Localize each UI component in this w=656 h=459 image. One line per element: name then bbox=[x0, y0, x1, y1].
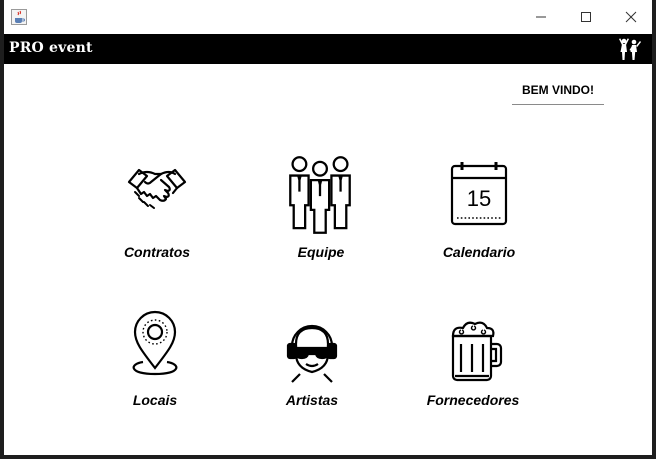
fornecedores-button[interactable]: Fornecedores bbox=[406, 318, 536, 438]
beer-mug-icon bbox=[451, 321, 503, 382]
maximize-button[interactable] bbox=[563, 0, 609, 34]
equipe-button[interactable]: Equipe bbox=[254, 155, 384, 275]
calendar-icon: 15 bbox=[450, 162, 508, 226]
contratos-label: Contratos bbox=[123, 244, 191, 260]
brand-title: PRO event bbox=[9, 40, 93, 56]
handshake-icon bbox=[127, 168, 187, 209]
equipe-label: Equipe bbox=[297, 244, 345, 260]
welcome-label: BEM VINDO! bbox=[512, 80, 604, 105]
app-window: PRO event BEM VINDO! Contratos Equipe 15… bbox=[0, 0, 656, 459]
locais-label: Locais bbox=[132, 392, 178, 408]
java-cup-icon bbox=[11, 9, 27, 25]
contratos-button[interactable]: Contratos bbox=[90, 160, 220, 280]
artistas-label: Artistas bbox=[285, 392, 339, 408]
calendario-label: Calendario bbox=[442, 244, 516, 260]
team-icon bbox=[289, 156, 351, 234]
header-bar: PRO event bbox=[4, 34, 652, 64]
minimize-button[interactable] bbox=[518, 0, 564, 34]
locais-button[interactable]: Locais bbox=[88, 310, 218, 430]
close-icon bbox=[625, 11, 637, 23]
minimize-icon bbox=[536, 16, 546, 18]
calendar-day: 15 bbox=[467, 186, 491, 211]
calendario-button[interactable]: 15 Calendario bbox=[412, 160, 542, 280]
maximize-icon bbox=[581, 12, 591, 22]
title-bar bbox=[4, 0, 652, 34]
artistas-button[interactable]: Artistas bbox=[245, 318, 375, 438]
party-people-icon bbox=[619, 38, 641, 60]
close-button[interactable] bbox=[608, 0, 654, 34]
fornecedores-label: Fornecedores bbox=[426, 392, 520, 408]
dj-headphones-icon bbox=[286, 324, 338, 383]
location-pin-icon bbox=[132, 310, 178, 376]
